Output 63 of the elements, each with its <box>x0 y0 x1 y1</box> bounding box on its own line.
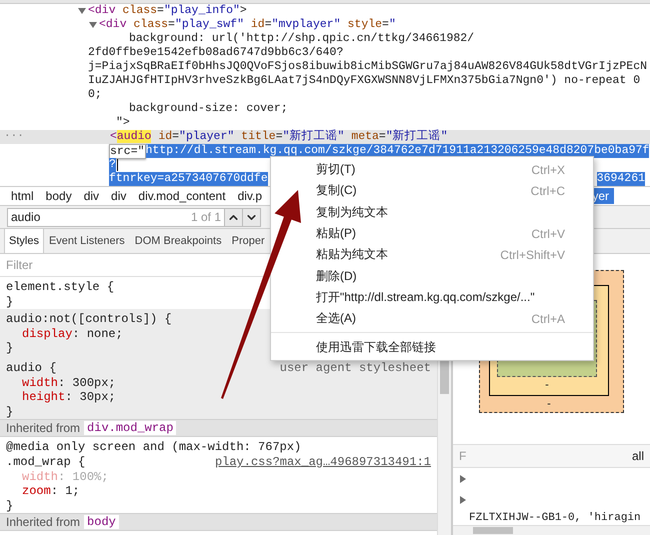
menu-item[interactable]: 剪切(T) Ctrl+X <box>271 159 593 180</box>
panel-tab[interactable]: Event Listeners <box>44 229 130 253</box>
element-link[interactable]: div.mod_wrap <box>84 421 176 436</box>
code-line: background-size: cover; <box>129 102 288 116</box>
caret-right-icon[interactable] <box>459 474 467 483</box>
breadcrumb-item[interactable]: div.mod_content <box>133 188 231 204</box>
code-line: <div class="play_info"> <box>88 4 247 18</box>
menu-item[interactable]: 粘贴(P) Ctrl+V <box>271 222 593 244</box>
code-line: <div class="play_swf" id="mvplayer" style=" <box>99 18 396 32</box>
computed-value: FZLTXIHJW--GB1-0, 'hiragin <box>468 511 642 526</box>
css-declaration: height: 30px; <box>22 390 116 405</box>
source-link[interactable]: play.css?max_ag…496897313491:1 <box>214 454 431 470</box>
css-declaration: width: 300px; <box>22 376 116 390</box>
source-label: user agent stylesheet <box>280 360 431 376</box>
menu-item[interactable]: 复制为纯文本 <box>271 202 593 223</box>
next-match-button[interactable] <box>242 208 261 226</box>
selected-text: http://dl.stream.kg.qq.com/szkge/384762e7d71911a213206259e48d8207be0ba97f <box>146 144 650 158</box>
code-line: 0; <box>88 88 102 102</box>
attribute-edit-field[interactable]: src=" <box>109 144 146 158</box>
closing-brace: } <box>6 404 14 420</box>
css-selector: audio:not([controls]) { <box>6 312 172 327</box>
selected-text: 3694261 <box>596 172 645 186</box>
code-line: 2fd0ffbe9e1542efb08ad6747d9bb6c3/640? <box>88 46 344 60</box>
search-input[interactable]: audio <box>11 210 191 224</box>
element-link[interactable]: body <box>84 515 119 530</box>
css-selector: element.style { <box>6 280 114 295</box>
breadcrumb-item[interactable]: div <box>106 188 132 204</box>
panel-tab[interactable]: Proper <box>226 229 270 253</box>
css-selector: .mod_wrap { <box>6 454 86 470</box>
scrollbar[interactable] <box>453 525 650 535</box>
css-declaration: width: 100%; <box>22 470 108 484</box>
caret-down-icon[interactable] <box>78 7 86 15</box>
code-line: IuZJAHJGfHTIpHV3rhveSzkBg6LAat7jS4nDQyFXGXWSNN8VjLFMXn375bGia7Ngn0') no-repeat 0 <box>88 74 640 88</box>
closing-brace: } <box>6 341 14 356</box>
media-query: @media only screen and (max-width: 767px) <box>6 440 302 455</box>
code-line: <audio id="player" title="新打工谣" meta="新打工谣" <box>110 130 448 144</box>
show-all-label[interactable]: all <box>632 448 644 463</box>
inherited-label: Inherited from <box>6 421 80 436</box>
previous-match-button[interactable] <box>224 208 243 226</box>
selected-text: ? <box>109 158 116 172</box>
caret-right-icon[interactable] <box>459 496 467 504</box>
tree-row[interactable]: <div class="play_info"> <box>0 4 650 18</box>
code-line: j=PiajxSqBRaEIf0bHhsJQ0QVoFSjos8ibuwib8icMibSGWGru7aj84uAW826V84GUk58dtVGrIjzPEcN <box>88 60 647 74</box>
breadcrumb-item[interactable]: div <box>78 188 104 204</box>
panel-tab[interactable]: Styles <box>4 229 44 253</box>
caret-down-icon[interactable] <box>89 21 97 29</box>
search-bar[interactable]: audio 1 of 1 <box>7 208 225 226</box>
css-selector: audio { <box>6 360 56 376</box>
breadcrumb-item[interactable]: body <box>40 188 77 204</box>
css-declaration: zoom: 1; <box>22 484 80 499</box>
inherited-label: Inherited from <box>6 515 80 530</box>
tree-row[interactable]: ... <audio id="player" title="新打工谣" meta="新打工谣" <box>0 130 650 144</box>
match-count: 1 of 1 <box>190 210 221 224</box>
closing-brace: } <box>6 498 14 514</box>
breadcrumb-item[interactable]: html <box>6 188 39 204</box>
closing-brace: } <box>6 294 14 310</box>
breadcrumb-item[interactable]: div.p <box>232 188 268 204</box>
selected-text: ftnrkey=a2573407670ddfe <box>109 172 268 186</box>
code-line: background: url('http://shp.qpic.cn/ttkg/34661982/ <box>129 32 474 46</box>
tree-row[interactable]: <div class="play_swf" id="mvplayer" style=" <box>0 18 650 32</box>
css-declaration: display: none; <box>22 326 123 342</box>
panel-tab[interactable]: DOM Breakpoints <box>130 229 227 253</box>
code-line: "> <box>116 116 130 130</box>
